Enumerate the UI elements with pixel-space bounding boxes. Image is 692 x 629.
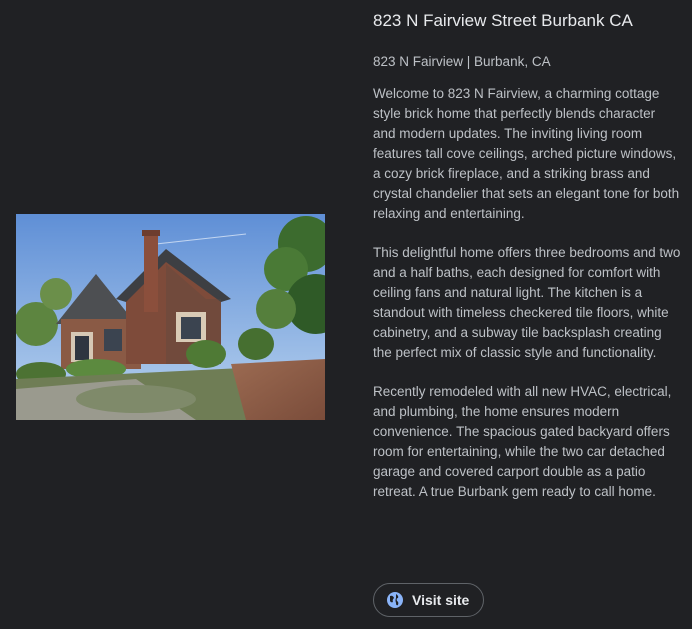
description-paragraph-3: Recently remodeled with all new HVAC, el… xyxy=(373,384,672,499)
globe-icon xyxy=(386,591,404,609)
description-paragraph-2: This delightful home offers three bedroo… xyxy=(373,245,681,360)
description-paragraph-1: Welcome to 823 N Fairview, a charming co… xyxy=(373,86,680,221)
visit-site-label: Visit site xyxy=(412,592,470,608)
listing-address: 823 N Fairview | Burbank, CA xyxy=(373,54,551,69)
house-photo[interactable] xyxy=(16,214,325,420)
listing-panel: 823 N Fairview Street Burbank CA 823 N F… xyxy=(0,0,692,629)
visit-site-button[interactable]: Visit site xyxy=(373,583,485,617)
listing-title[interactable]: 823 N Fairview Street Burbank CA xyxy=(373,10,681,32)
listing-details: 823 N Fairview Street Burbank CA 823 N F… xyxy=(373,10,681,502)
